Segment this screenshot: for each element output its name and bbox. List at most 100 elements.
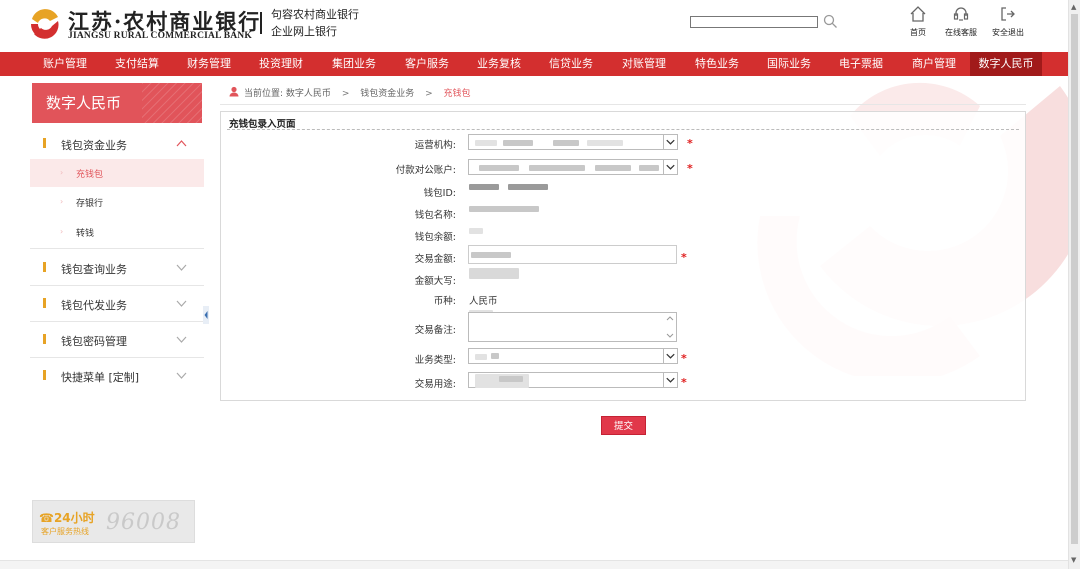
sidebar-item-deposit-bank[interactable]: › 存银行 <box>30 188 204 216</box>
nav-item-international[interactable]: 国际业务 <box>756 52 822 76</box>
chevron-down-icon[interactable] <box>176 335 187 343</box>
org-select[interactable] <box>468 134 678 150</box>
chevron-up-icon[interactable] <box>176 139 187 147</box>
sidebar-item-label: 转钱 <box>76 229 95 239</box>
scroll-thumb[interactable] <box>1071 14 1078 544</box>
nav-item-review[interactable]: 业务复核 <box>466 52 532 76</box>
textarea-scrollbar[interactable] <box>665 314 675 340</box>
scroll-down-icon[interactable]: ▼ <box>1071 556 1076 564</box>
form-title-divider <box>227 129 1019 130</box>
bullet-icon <box>43 298 46 308</box>
online-service-link[interactable]: 在线客服 <box>943 5 979 38</box>
vertical-scrollbar[interactable]: ▲ ▼ <box>1068 0 1080 569</box>
breadcrumb-item[interactable]: 钱包资金业务 <box>360 89 414 99</box>
sidebar-section-wallet-funds[interactable]: 钱包资金业务 <box>30 126 204 162</box>
chevron-down-icon[interactable] <box>176 299 187 307</box>
bank-name-line2: 企业网上银行 <box>271 25 337 38</box>
breadcrumb-current: 充钱包 <box>443 89 471 99</box>
sidebar-title: 数字人民币 <box>32 83 202 123</box>
sidebar-section-shortcuts[interactable]: 快捷菜单 [定制] <box>30 358 204 394</box>
breadcrumb-item[interactable]: 数字人民币 <box>286 89 331 99</box>
nav-item-customer[interactable]: 客户服务 <box>394 52 460 76</box>
arrow-right-icon: › <box>60 227 64 236</box>
sidebar-item-recharge-wallet[interactable]: › 充钱包 <box>30 159 204 187</box>
chevron-down-icon[interactable] <box>176 371 187 379</box>
sidebar-item-transfer[interactable]: › 转钱 <box>30 218 204 246</box>
chevron-down-icon[interactable] <box>176 263 187 271</box>
search-icon[interactable] <box>823 14 838 29</box>
purpose-label: 交易用途: <box>414 379 456 390</box>
hotline-hours-text: 24小时 <box>53 511 95 525</box>
page-header: 江苏·农村商业银行 JIANGSU RURAL COMMERCIAL BANK … <box>0 0 1080 52</box>
amount-input[interactable] <box>468 245 677 264</box>
hotline-caption: 客户服务热线 <box>41 527 89 536</box>
search-input[interactable] <box>690 16 818 28</box>
home-icon <box>910 6 926 22</box>
nav-item-merchant[interactable]: 商户管理 <box>901 52 967 76</box>
masked-value <box>553 140 579 146</box>
masked-amount-upper <box>469 268 519 279</box>
account-label: 付款对公账户: <box>395 165 456 176</box>
arrow-right-icon: › <box>60 168 64 177</box>
chevron-down-icon[interactable] <box>663 135 677 149</box>
masked-value <box>475 140 497 146</box>
breadcrumb-separator: > <box>425 89 433 99</box>
masked-value <box>479 165 519 171</box>
nav-item-group[interactable]: 集团业务 <box>321 52 387 76</box>
biz-type-label: 业务类型: <box>414 355 456 366</box>
sidebar-section-wallet-payroll[interactable]: 钱包代发业务 <box>30 286 204 322</box>
hotline-hours: ☎24小时 <box>39 509 95 526</box>
masked-value <box>529 165 585 171</box>
sidebar-section-label: 钱包代发业务 <box>61 299 127 312</box>
account-select[interactable] <box>468 159 678 175</box>
breadcrumb-prefix: 当前位置: <box>244 89 284 99</box>
currency-label: 币种: <box>433 296 456 307</box>
nav-item-account[interactable]: 账户管理 <box>32 52 98 76</box>
chevron-down-icon[interactable] <box>663 349 677 363</box>
masked-value <box>587 140 623 146</box>
home-link[interactable]: 首页 <box>906 5 930 38</box>
required-mark: * <box>687 162 693 175</box>
bullet-icon <box>43 334 46 344</box>
location-icon <box>229 86 239 97</box>
sidebar-section-label: 钱包密码管理 <box>61 335 127 348</box>
sidebar-section-label: 快捷菜单 [定制] <box>61 371 140 384</box>
required-mark: * <box>681 376 687 389</box>
nav-item-credit[interactable]: 信贷业务 <box>538 52 604 76</box>
masked-value <box>471 252 511 258</box>
biz-type-select[interactable] <box>468 348 678 364</box>
nav-item-payment[interactable]: 支付结算 <box>104 52 170 76</box>
nav-item-finance[interactable]: 财务管理 <box>176 52 242 76</box>
remark-textarea[interactable] <box>468 312 677 342</box>
phone-icon: ☎ <box>39 511 54 525</box>
wallet-name-label: 钱包名称: <box>414 210 456 221</box>
breadcrumb: 当前位置: 数字人民币 > 钱包资金业务 > 充钱包 <box>244 86 471 99</box>
purpose-select[interactable] <box>468 372 678 388</box>
sidebar-collapse-icon[interactable] <box>203 306 209 324</box>
masked-value <box>503 140 533 146</box>
home-link-label: 首页 <box>910 28 926 37</box>
required-mark: * <box>681 352 687 365</box>
masked-value <box>491 353 499 359</box>
nav-item-reconcile[interactable]: 对账管理 <box>611 52 677 76</box>
sidebar-section-wallet-query[interactable]: 钱包查询业务 <box>30 250 204 286</box>
bullet-icon <box>43 138 46 148</box>
chevron-down-icon[interactable] <box>663 160 677 174</box>
logo-divider <box>260 12 262 34</box>
submit-button[interactable]: 提交 <box>601 416 646 435</box>
chevron-down-icon[interactable] <box>663 373 677 387</box>
scroll-up-icon[interactable]: ▲ <box>1071 3 1076 11</box>
bullet-icon <box>43 262 46 272</box>
masked-wallet-name <box>469 206 539 212</box>
horizontal-scrollbar[interactable] <box>0 560 1068 569</box>
sidebar-section-label: 钱包资金业务 <box>61 139 127 152</box>
arrow-right-icon: › <box>60 197 64 206</box>
logout-link[interactable]: 安全退出 <box>990 5 1026 38</box>
nav-item-investment[interactable]: 投资理财 <box>248 52 314 76</box>
sidebar-section-wallet-password[interactable]: 钱包密码管理 <box>30 322 204 358</box>
hotline-banner: ☎24小时 客户服务热线 96008 <box>32 500 195 543</box>
wallet-id-label: 钱包ID: <box>423 188 456 199</box>
nav-item-digital-rmb[interactable]: 数字人民币 <box>970 52 1042 76</box>
nav-item-special[interactable]: 特色业务 <box>684 52 750 76</box>
nav-item-bill[interactable]: 电子票据 <box>828 52 894 76</box>
